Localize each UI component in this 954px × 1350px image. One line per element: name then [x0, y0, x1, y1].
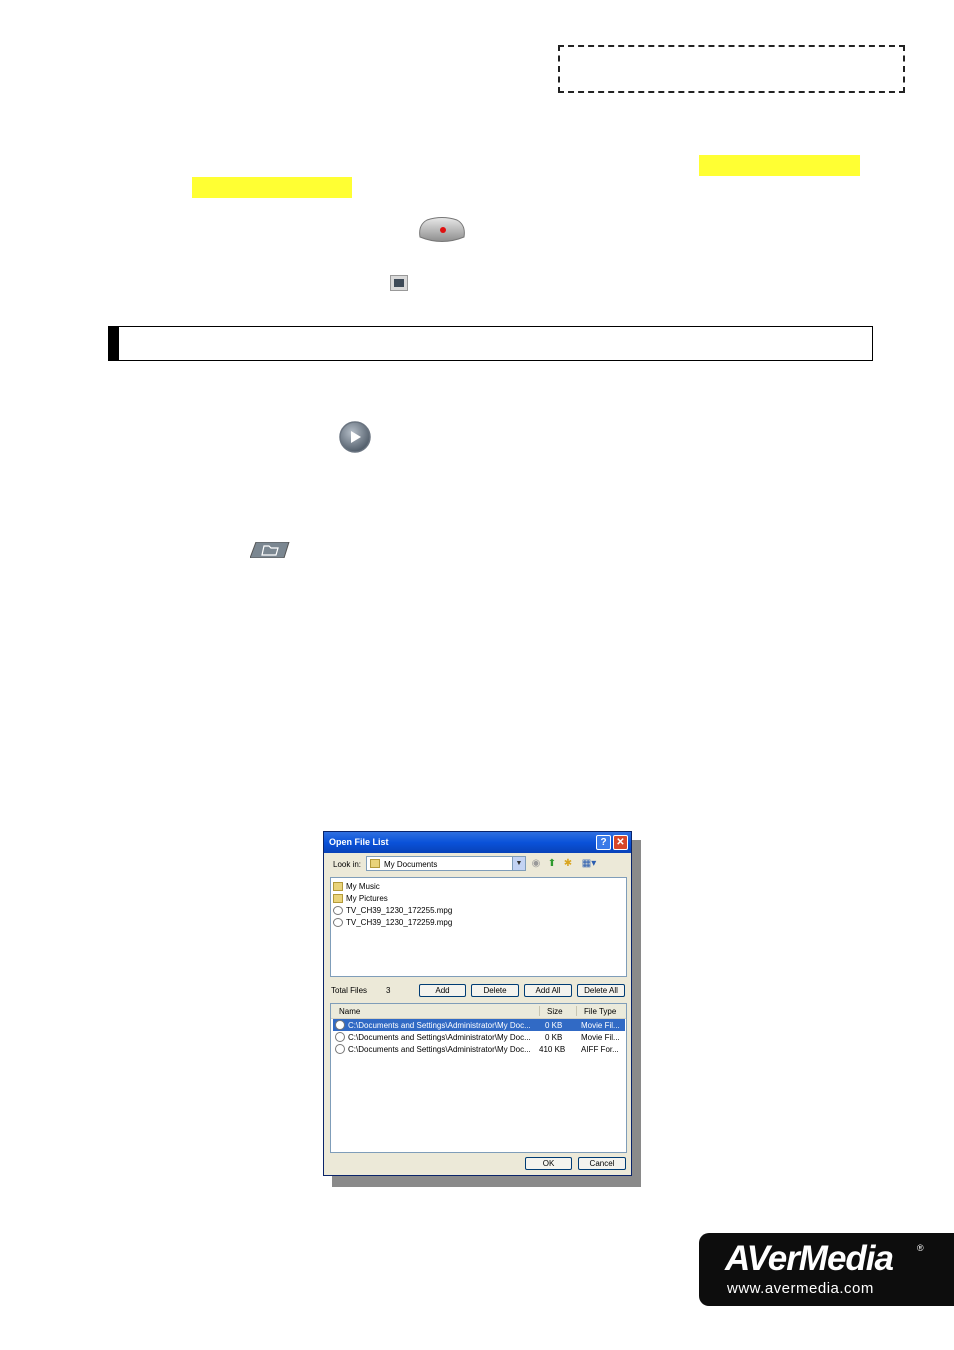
look-in-label: Look in: — [333, 860, 362, 869]
media-file-icon — [335, 1020, 345, 1030]
table-header: Name Size File Type — [331, 1004, 626, 1019]
table-row[interactable]: C:\Documents and Settings\Administrator\… — [333, 1043, 625, 1055]
help-button[interactable]: ? — [596, 835, 611, 850]
registered-mark: ® — [917, 1243, 924, 1253]
folder-icon — [370, 859, 380, 868]
help-icon: ? — [600, 837, 607, 848]
table-row[interactable]: C:\Documents and Settings\Administrator\… — [333, 1031, 625, 1043]
open-folder-button-icon — [249, 541, 290, 559]
dashed-note-box — [558, 45, 905, 93]
file-list-table[interactable]: Name Size File Type C:\Documents and Set… — [330, 1003, 627, 1153]
look-in-dropdown[interactable]: My Documents ▼ — [366, 856, 526, 871]
table-row[interactable]: C:\Documents and Settings\Administrator\… — [333, 1019, 625, 1031]
cancel-button[interactable]: Cancel — [578, 1157, 626, 1170]
close-icon: ✕ — [616, 837, 625, 848]
total-files-count: 3 — [386, 986, 391, 995]
new-folder-icon[interactable]: ✱ — [562, 858, 574, 869]
total-files-label: Total Files — [331, 986, 368, 995]
close-button[interactable]: ✕ — [613, 835, 628, 850]
highlight-bar-2 — [192, 177, 352, 198]
delete-all-button[interactable]: Delete All — [577, 984, 625, 997]
logo-url: www.avermedia.com — [727, 1280, 874, 1297]
column-header-name[interactable]: Name — [339, 1007, 360, 1016]
ok-button[interactable]: OK — [525, 1157, 572, 1170]
stop-button-icon — [390, 275, 408, 291]
avermedia-logo: AVerMedia ® www.avermedia.com — [699, 1233, 954, 1306]
chevron-down-icon[interactable]: ▼ — [512, 857, 525, 870]
media-file-icon — [335, 1032, 345, 1042]
view-menu-icon[interactable]: ▦▾ — [580, 858, 598, 869]
highlight-bar-1 — [699, 155, 860, 176]
delete-button[interactable]: Delete — [471, 984, 519, 997]
file-browser-list[interactable]: My Music My Pictures TV_CH39_1230_172255… — [330, 877, 627, 977]
look-in-value: My Documents — [384, 860, 438, 869]
section-header-bar — [108, 326, 873, 361]
folder-icon — [333, 882, 343, 891]
open-file-list-dialog: Open File List ? ✕ Look in: My Documents… — [323, 831, 632, 1176]
media-file-icon — [333, 918, 343, 927]
add-all-button[interactable]: Add All — [524, 984, 572, 997]
media-file-icon — [333, 906, 343, 915]
folder-icon — [333, 894, 343, 903]
column-header-size[interactable]: Size — [547, 1007, 563, 1016]
dialog-title-bar[interactable]: Open File List ? ✕ — [324, 832, 631, 853]
dialog-title: Open File List — [329, 837, 389, 847]
logo-brand: AVerMedia — [725, 1239, 894, 1278]
column-header-file-type[interactable]: File Type — [584, 1007, 616, 1016]
play-button-icon — [338, 420, 372, 454]
media-file-icon — [335, 1044, 345, 1054]
back-icon[interactable]: ◉ — [530, 858, 542, 869]
up-folder-icon[interactable]: ⬆ — [546, 858, 558, 869]
record-button-icon — [417, 215, 467, 245]
add-button[interactable]: Add — [419, 984, 466, 997]
